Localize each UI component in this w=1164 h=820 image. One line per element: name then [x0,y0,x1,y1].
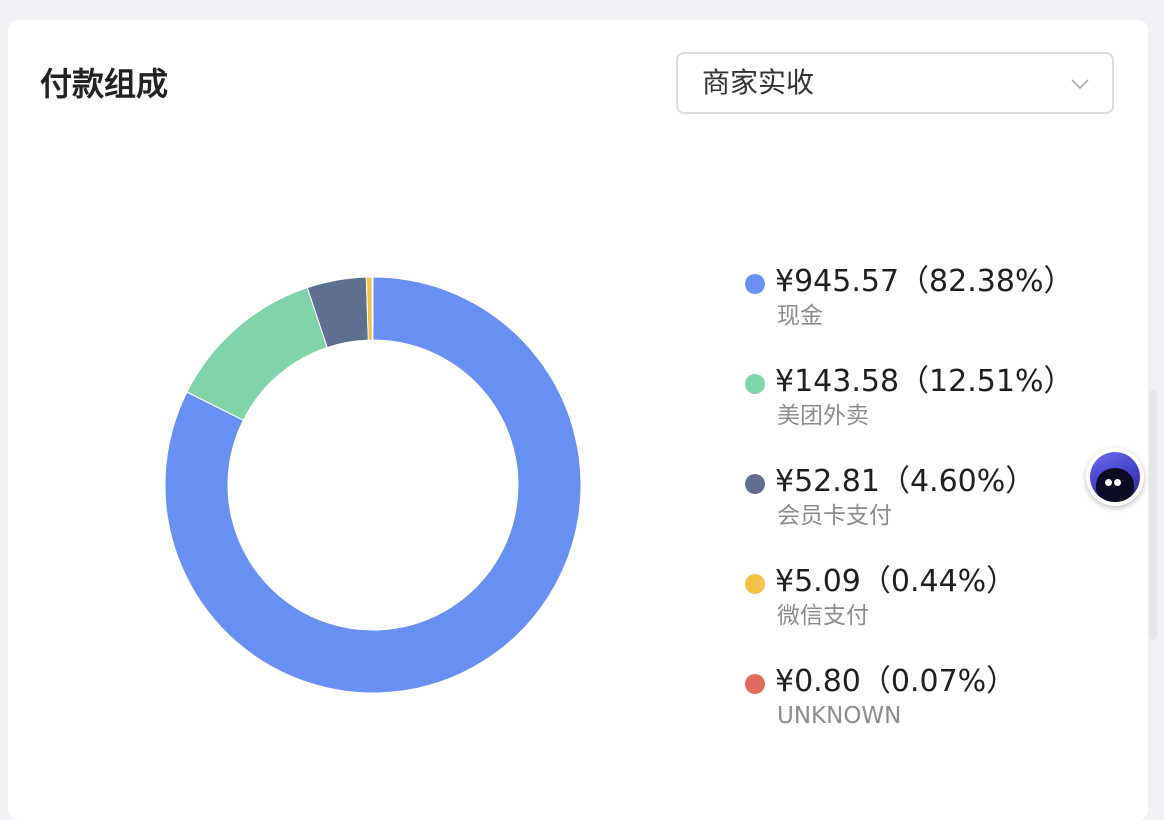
legend-label: 现金 [777,303,823,329]
legend-label: UNKNOWN [777,703,902,729]
chevron-down-icon [1071,79,1089,90]
legend-item[interactable]: ¥143.58（12.51%） 美团外卖 [745,346,1085,446]
legend-dot-icon [745,274,765,294]
legend-dot-icon [745,374,765,394]
scrollbar[interactable] [1149,390,1157,640]
legend-value: ¥0.80（0.07%） [775,664,1017,699]
legend-label: 微信支付 [777,603,869,629]
legend-item[interactable]: ¥0.80（0.07%） UNKNOWN [745,646,1085,746]
metric-select-value: 商家实收 [702,66,815,99]
legend-label: 会员卡支付 [777,503,892,529]
assistant-avatar-icon [1090,452,1140,502]
legend-value: ¥143.58（12.51%） [775,364,1074,399]
legend-item[interactable]: ¥5.09（0.44%） 微信支付 [745,546,1085,646]
metric-select[interactable]: 商家实收 [676,52,1114,114]
card-title: 付款组成 [40,65,169,103]
donut-slice-2[interactable] [186,287,328,421]
legend-value: ¥52.81（4.60%） [775,464,1036,499]
legend-value: ¥5.09（0.44%） [775,564,1017,599]
legend-label: 美团外卖 [777,403,869,429]
legend-item[interactable]: ¥945.57（82.38%） 现金 [745,246,1085,346]
legend-value: ¥945.57（82.38%） [775,264,1074,299]
chart-legend: ¥945.57（82.38%） 现金 ¥143.58（12.51%） 美团外卖 ¥52.… [745,246,1085,746]
legend-dot-icon [745,574,765,594]
legend-dot-icon [745,474,765,494]
legend-item[interactable]: ¥52.81（4.60%） 会员卡支付 [745,446,1085,546]
assistant-button[interactable] [1086,448,1144,506]
payment-composition-card: 付款组成 商家实收 ¥945.57（82.38%） 现金 ¥143.58（12.51… [8,20,1148,820]
donut-slice-5[interactable] [371,277,374,341]
legend-dot-icon [745,674,765,694]
payment-donut-chart [165,277,581,693]
